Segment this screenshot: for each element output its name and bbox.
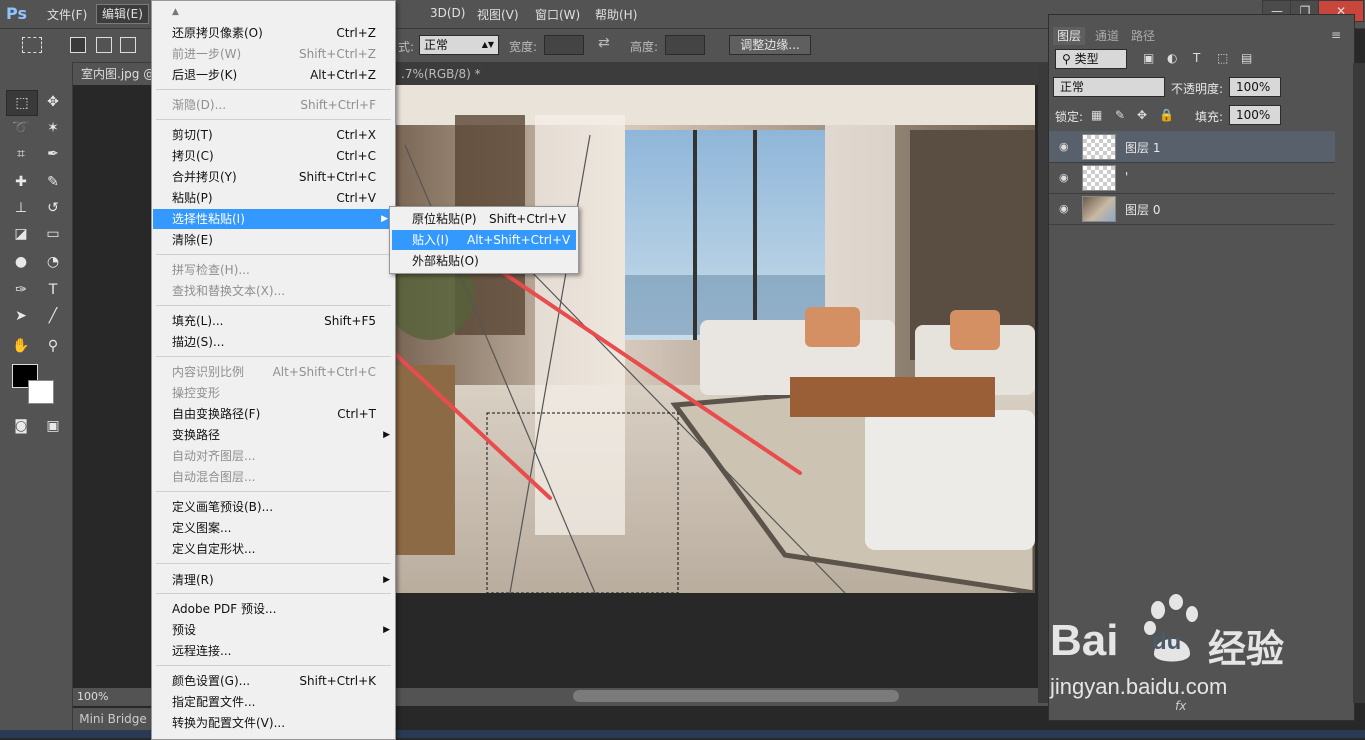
filter-type-icon[interactable]: T: [1193, 51, 1200, 65]
lock-position-icon[interactable]: ✥: [1137, 108, 1147, 122]
menu-item-paste-special[interactable]: 选择性粘贴(I) ▶: [153, 209, 392, 229]
filter-shape-icon[interactable]: ⬚: [1217, 51, 1228, 65]
layer-row[interactable]: ◉ ': [1049, 162, 1335, 194]
menu-item-cut[interactable]: 剪切(T) Ctrl+X: [172, 125, 382, 145]
menu-item-undo[interactable]: 还原拷贝像素(O) Ctrl+Z: [172, 23, 382, 43]
visibility-eye-icon[interactable]: ◉: [1059, 202, 1073, 215]
layer-thumbnail: [1082, 165, 1116, 191]
menu-item-color-settings[interactable]: 颜色设置(G)... Shift+Ctrl+K: [172, 671, 382, 691]
menu-separator: [156, 89, 391, 90]
submenu-arrow-icon: ▶: [383, 575, 390, 585]
filter-pixel-icon[interactable]: ▣: [1143, 51, 1154, 65]
menu-item-purge[interactable]: 清理(R) ▶: [172, 570, 390, 590]
layer-name: 图层 0: [1125, 203, 1161, 217]
menu-item-free-transform-path[interactable]: 自由变换路径(F) Ctrl+T: [172, 404, 382, 424]
layer-name: 图层 1: [1125, 141, 1161, 155]
menu-item-define-brush[interactable]: 定义画笔预设(B)...: [172, 497, 382, 517]
menu-item-stroke[interactable]: 描边(S)...: [172, 332, 382, 352]
menu-item-transform-path[interactable]: 变换路径 ▶: [172, 425, 390, 445]
tab-paths[interactable]: 路径: [1127, 27, 1159, 45]
baidu-watermark: Bai du 经验 jingyan.baidu.com: [1048, 588, 1348, 713]
opacity-input[interactable]: 100%: [1229, 77, 1281, 97]
visibility-eye-icon[interactable]: ◉: [1059, 171, 1073, 184]
scroll-up-icon[interactable]: ▲: [172, 7, 179, 17]
menu-separator: [156, 305, 391, 306]
opacity-label: 不透明度:: [1171, 82, 1224, 96]
menu-item-find-replace[interactable]: 查找和替换文本(X)...: [172, 281, 382, 301]
filter-adjustment-icon[interactable]: ◐: [1167, 51, 1177, 65]
menu-item-remote-connections[interactable]: 远程连接...: [172, 641, 382, 661]
vertical-scrollbar[interactable]: [1353, 63, 1365, 703]
filter-type-value: 类型: [1074, 52, 1099, 66]
tab-channels[interactable]: 通道: [1091, 27, 1123, 45]
menu-item-fill[interactable]: 填充(L)... Shift+F5: [172, 311, 382, 331]
menu-separator: [156, 563, 391, 564]
layer-thumbnail: [1082, 134, 1116, 160]
lock-transparency-icon[interactable]: ▦: [1091, 108, 1102, 122]
submenu-arrow-icon: ▶: [383, 625, 390, 635]
menu-separator: [156, 665, 391, 666]
menu-item-copy[interactable]: 拷贝(C) Ctrl+C: [172, 146, 382, 166]
tab-layers[interactable]: 图层: [1053, 27, 1086, 45]
menu-item-clear[interactable]: 清除(E): [172, 230, 382, 250]
submenu-arrow-icon: ▶: [381, 214, 388, 224]
menu-item-step-forward[interactable]: 前进一步(W) Shift+Ctrl+Z: [172, 44, 382, 64]
filter-smart-object-icon[interactable]: ▤: [1241, 51, 1252, 65]
filter-type-select[interactable]: ⚲ 类型: [1055, 49, 1127, 69]
panel-dock-strip: [1038, 63, 1048, 703]
watermark-brand: Bai: [1050, 616, 1119, 665]
layer-thumbnail: [1082, 196, 1116, 222]
submenu-item-paste-outside[interactable]: 外部粘贴(O): [392, 251, 576, 271]
menu-item-define-shape[interactable]: 定义自定形状...: [172, 539, 382, 559]
submenu-item-paste-in-place[interactable]: 原位粘贴(P) Shift+Ctrl+V: [392, 209, 576, 229]
visibility-eye-icon[interactable]: ◉: [1059, 140, 1073, 153]
edit-menu-dropdown: ▲ 还原拷贝像素(O) Ctrl+Z 前进一步(W) Shift+Ctrl+Z 后退…: [151, 0, 396, 740]
menu-separator: [156, 491, 391, 492]
layer-name: ': [1125, 170, 1129, 184]
menu-item-auto-align[interactable]: 自动对齐图层...: [172, 446, 382, 466]
menu-item-puppet-warp[interactable]: 操控变形: [172, 383, 382, 403]
paste-special-submenu: 原位粘贴(P) Shift+Ctrl+V 贴入(I) Alt+Shift+Ctrl+…: [389, 206, 579, 274]
panel-menu-icon[interactable]: ≡: [1331, 28, 1341, 42]
submenu-item-paste-into[interactable]: 贴入(I) Alt+Shift+Ctrl+V: [392, 230, 576, 250]
menu-separator: [156, 254, 391, 255]
fill-label: 填充:: [1195, 110, 1224, 124]
menu-item-define-pattern[interactable]: 定义图案...: [172, 518, 382, 538]
watermark-cn: 经验: [1208, 627, 1285, 671]
watermark-url: jingyan.baidu.com: [1050, 674, 1228, 699]
menu-separator: [156, 593, 391, 594]
menu-item-copy-merged[interactable]: 合并拷贝(Y) Shift+Ctrl+C: [172, 167, 382, 187]
blend-mode-select[interactable]: 正常: [1053, 77, 1165, 97]
fill-value: 100%: [1236, 108, 1271, 122]
lock-all-icon[interactable]: 🔒: [1159, 108, 1174, 122]
annotation-arrow-2: [460, 243, 802, 475]
menu-separator: [156, 356, 391, 357]
menu-item-pdf-presets[interactable]: Adobe PDF 预设...: [172, 599, 382, 619]
menu-item-auto-blend[interactable]: 自动混合图层...: [172, 467, 382, 487]
menu-item-paste[interactable]: 粘贴(P) Ctrl+V: [172, 188, 382, 208]
opacity-value: 100%: [1236, 80, 1271, 94]
submenu-arrow-icon: ▶: [383, 430, 390, 440]
lock-label: 锁定:: [1055, 110, 1084, 124]
search-icon: ⚲: [1062, 52, 1075, 66]
menu-item-assign-profile[interactable]: 指定配置文件...: [172, 692, 382, 712]
menu-item-presets[interactable]: 预设 ▶: [172, 620, 390, 640]
fill-input[interactable]: 100%: [1229, 105, 1281, 125]
menu-item-spell-check[interactable]: 拼写检查(H)...: [172, 260, 382, 280]
menu-item-convert-profile[interactable]: 转换为配置文件(V)...: [172, 713, 382, 733]
blend-mode-value: 正常: [1060, 80, 1085, 94]
layer-row[interactable]: ◉ 图层 1: [1049, 131, 1335, 163]
menu-item-fade[interactable]: 渐隐(D)... Shift+Ctrl+F: [172, 95, 382, 115]
layer-row[interactable]: ◉ 图层 0: [1049, 193, 1335, 225]
watermark-brand-2: du: [1152, 628, 1182, 655]
lock-pixels-icon[interactable]: ✎: [1115, 108, 1125, 122]
menu-separator: [156, 119, 391, 120]
menu-item-step-backward[interactable]: 后退一步(K) Alt+Ctrl+Z: [172, 65, 382, 85]
menu-item-content-aware-scale[interactable]: 内容识别比例 Alt+Shift+Ctrl+C: [172, 362, 382, 382]
